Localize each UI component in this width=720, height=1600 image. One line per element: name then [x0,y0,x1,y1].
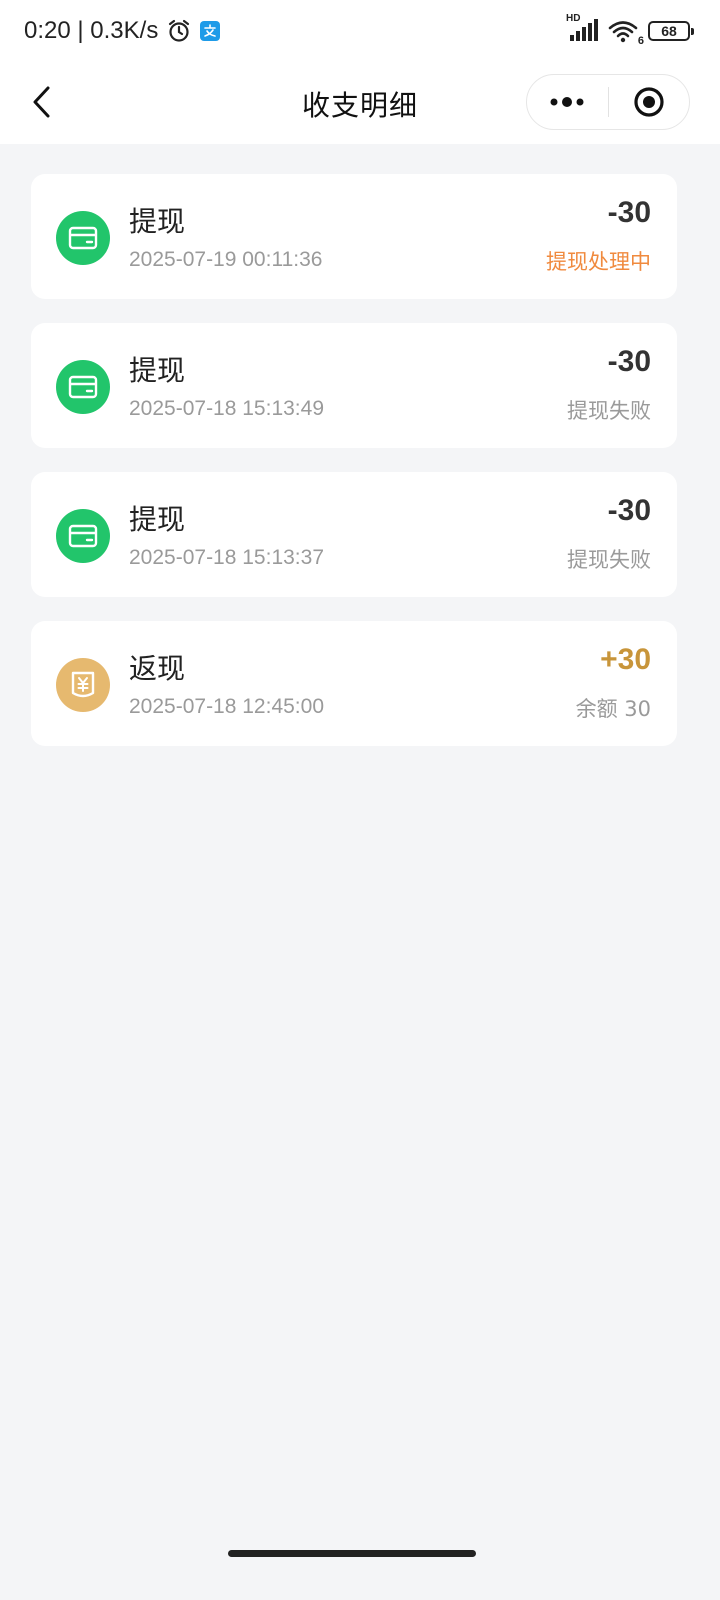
transaction-title: 提现 [129,205,186,238]
transaction-title: 提现 [129,503,186,536]
yuan-wallet-icon [56,658,110,712]
wifi-icon: 6 [608,19,644,47]
transaction-status: 提现处理中 [546,250,651,274]
target-close-icon [634,87,664,117]
transaction-card[interactable]: 提现 2025-07-18 15:13:49 -30 提现失败 [31,323,677,448]
signal-icon: HD [566,13,598,43]
transaction-list: 提现 2025-07-19 00:11:36 -30 提现处理中 提现 2025… [31,174,677,770]
battery-icon: 68 [648,21,694,41]
mini-program-capsule [526,74,690,130]
transaction-amount: -30 [607,345,651,378]
signal-hd-label: HD [566,13,581,24]
status-bar: 0:20 | 0.3K/s HD 6 68 [0,0,720,62]
alarm-icon [166,18,192,44]
transaction-time: 2025-07-18 12:45:00 [129,695,324,718]
transaction-amount: +30 [600,643,651,676]
status-time-speed: 0:20 | 0.3K/s [24,17,159,44]
transaction-card[interactable]: 提现 2025-07-18 15:13:37 -30 提现失败 [31,472,677,597]
home-indicator[interactable] [228,1550,476,1557]
card-icon [56,509,110,563]
status-left: 0:20 | 0.3K/s [24,16,221,46]
transaction-status: 提现失败 [567,399,651,423]
transaction-status: 提现失败 [567,548,651,572]
transaction-card[interactable]: 返现 2025-07-18 12:45:00 +30 余额 30 [31,621,677,746]
wifi-generation-label: 6 [637,35,644,47]
transaction-status: 余额 30 [575,697,651,721]
transaction-title: 返现 [129,652,186,685]
more-button[interactable] [527,75,608,129]
card-icon [56,211,110,265]
app-notification-icon [200,21,221,41]
transaction-card[interactable]: 提现 2025-07-19 00:11:36 -30 提现处理中 [31,174,677,299]
more-dots-icon [550,97,584,107]
card-icon [56,360,110,414]
transaction-time: 2025-07-19 00:11:36 [129,248,323,271]
transaction-time: 2025-07-18 15:13:49 [129,397,324,420]
status-right: HD 6 68 [566,13,694,47]
nav-bar: 收支明细 [0,62,720,144]
close-miniprogram-button[interactable] [609,75,690,129]
transaction-amount: -30 [607,494,651,527]
transaction-title: 提现 [129,354,186,387]
transaction-time: 2025-07-18 15:13:37 [129,546,324,569]
transaction-amount: -30 [607,196,651,229]
